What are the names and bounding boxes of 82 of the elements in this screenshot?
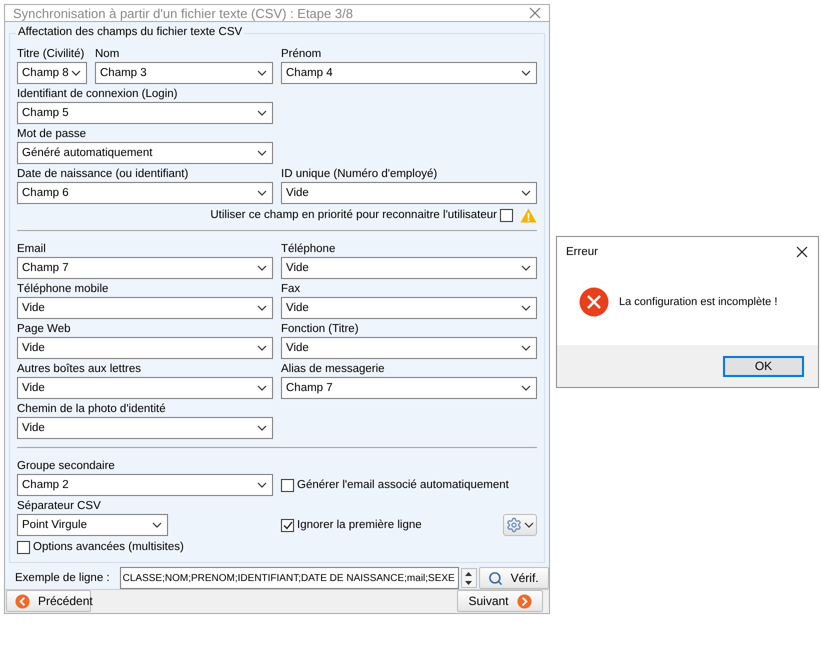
window-title: Synchronisation à partir d'un fichier texte (CSV) : Etape 3/8 <box>13 6 353 20</box>
settings-button[interactable] <box>503 514 537 536</box>
chevron-down-icon <box>521 345 531 351</box>
spinner[interactable] <box>460 568 477 588</box>
chevron-down-icon <box>257 190 267 196</box>
field-label: Identifiant de connexion (Login) <box>17 87 178 102</box>
checkbox[interactable] <box>281 478 294 492</box>
dropdown[interactable]: Généré automatiquement <box>17 142 273 164</box>
dropdown[interactable]: Vide <box>281 337 537 359</box>
dropdown[interactable]: Vide <box>17 377 273 399</box>
checkbox[interactable] <box>17 540 30 554</box>
checkbox-label: Générer l'email associé automatiquement <box>297 479 509 491</box>
field-label: Téléphone <box>281 242 336 257</box>
chevron-down-icon <box>152 522 162 528</box>
arrow-left-icon <box>15 594 30 608</box>
next-button[interactable]: Suivant <box>457 590 543 612</box>
field-label: Autres boîtes aux lettres <box>17 362 142 377</box>
chevron-down-icon <box>257 482 267 488</box>
dropdown[interactable]: Champ 5 <box>17 102 273 124</box>
chevron-down-icon <box>521 305 531 311</box>
dropdown[interactable]: Vide <box>17 297 273 319</box>
warning-icon <box>520 208 537 222</box>
chevron-down-icon <box>521 190 531 196</box>
field-label: Email <box>17 242 46 257</box>
field-label: Page Web <box>17 322 70 337</box>
chevron-down-icon <box>257 110 267 116</box>
checkbox-label: Options avancées (multisites) <box>33 541 184 553</box>
chevron-down-icon <box>257 305 267 311</box>
chevron-down-icon <box>521 70 531 76</box>
chevron-down-icon <box>521 265 531 271</box>
dropdown[interactable]: Point Virgule <box>17 514 168 536</box>
error-icon <box>579 287 609 317</box>
dropdown[interactable]: Vide <box>281 257 537 279</box>
verify-button[interactable]: Vérif. <box>478 567 549 589</box>
dialog-title: Erreur <box>566 246 598 258</box>
chevron-down-icon <box>257 345 267 351</box>
field-label: Prénom <box>281 47 322 62</box>
chevron-down-icon <box>257 265 267 271</box>
dropdown[interactable]: Champ 4 <box>281 62 537 84</box>
close-icon[interactable] <box>796 246 808 258</box>
chevron-down-icon <box>257 70 267 76</box>
checkbox[interactable] <box>500 208 513 222</box>
dropdown[interactable]: Champ 7 <box>17 257 273 279</box>
field-label: Exemple de ligne : <box>15 572 110 584</box>
input-field[interactable]: CLASSE;NOM;PRENOM;IDENTIFIANT;DATE DE NAISSANCE;mail;SEXE <box>120 567 459 589</box>
field-label: Date de naissance (ou identifiant) <box>17 167 188 182</box>
field-label: Fonction (Titre) <box>281 322 359 337</box>
field-label: Mot de passe <box>17 127 86 142</box>
field-label: Fax <box>281 282 300 297</box>
ok-button[interactable]: OK <box>723 356 804 376</box>
dropdown[interactable]: Champ 2 <box>17 474 273 496</box>
field-label: Séparateur CSV <box>17 499 101 514</box>
checkbox-label: Ignorer la première ligne <box>297 519 422 531</box>
chevron-down-icon <box>257 150 267 156</box>
search-icon <box>488 570 503 586</box>
field-label: Nom <box>95 47 120 62</box>
chevron-down-icon <box>71 70 81 76</box>
dropdown[interactable]: Vide <box>281 297 537 319</box>
field-label: Alias de messagerie <box>281 362 385 377</box>
chevron-down-icon <box>257 385 267 391</box>
error-message: La configuration est incomplète ! <box>619 296 778 308</box>
field-label: Groupe secondaire <box>17 459 115 474</box>
checkbox-label: Utiliser ce champ en priorité pour reconnaitre l'utilisateur <box>210 209 497 221</box>
gear-icon <box>506 517 522 533</box>
checkbox[interactable] <box>281 518 294 532</box>
group-title: Affectation des champs du fichier texte CSV <box>16 26 244 38</box>
chevron-down-icon <box>257 425 267 431</box>
field-label: Téléphone mobile <box>17 282 108 297</box>
dropdown[interactable]: Vide <box>17 337 273 359</box>
dropdown[interactable]: Vide <box>281 182 537 204</box>
chevron-down-icon <box>521 385 531 391</box>
dropdown[interactable]: Champ 8 <box>17 62 87 84</box>
chevron-down-icon <box>524 522 534 528</box>
field-label: Titre (Civilité) <box>17 47 84 62</box>
dropdown[interactable]: Champ 6 <box>17 182 273 204</box>
dropdown[interactable]: Champ 7 <box>281 377 537 399</box>
field-label: Chemin de la photo d'identité <box>17 402 166 417</box>
arrow-right-icon <box>516 594 532 608</box>
field-label: ID unique (Numéro d'employé) <box>281 167 438 182</box>
dropdown[interactable]: Vide <box>17 417 273 439</box>
dropdown[interactable]: Champ 3 <box>95 62 273 84</box>
previous-button[interactable]: Précédent <box>6 590 91 612</box>
